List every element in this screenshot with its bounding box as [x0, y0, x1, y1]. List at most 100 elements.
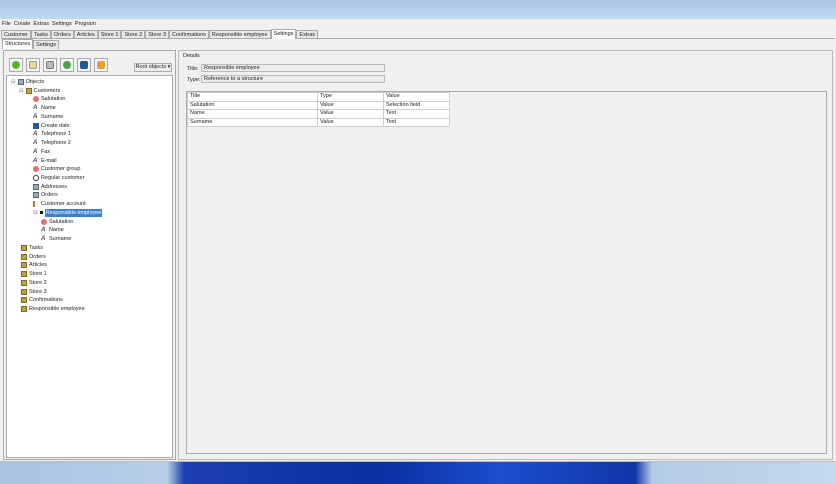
- tree-node[interactable]: Orders: [33, 191, 58, 199]
- tree-node[interactable]: A Fax: [33, 148, 50, 156]
- folder-icon: [21, 297, 27, 304]
- tab-articles[interactable]: Articles: [73, 30, 98, 38]
- tab-tasks[interactable]: Tasks: [30, 30, 51, 38]
- tree-node[interactable]: A Name: [33, 104, 56, 112]
- tab-store-3[interactable]: Store 3: [145, 30, 169, 38]
- expander-icon[interactable]: ⊟: [33, 209, 38, 217]
- menu-file[interactable]: File: [2, 20, 11, 28]
- tree-node[interactable]: Store 1: [19, 270, 47, 278]
- text-field-icon: A: [41, 227, 46, 234]
- sub-tabs: Structures Settings: [2, 39, 59, 49]
- tree-node[interactable]: Addresses: [33, 183, 67, 191]
- tree-node-label: Store 2: [29, 279, 47, 286]
- tree-node[interactable]: A Telephone 2: [33, 139, 71, 147]
- lock-button[interactable]: [94, 58, 108, 72]
- table-cell: Name: [187, 109, 318, 119]
- column-header[interactable]: Title: [187, 92, 318, 102]
- tree-node[interactable]: ⊟ Objects: [11, 78, 44, 86]
- tree-node[interactable]: Orders: [19, 253, 46, 261]
- tree-node-label: Orders: [41, 192, 58, 199]
- tab-responsible-employee[interactable]: Responsible employee: [208, 30, 271, 38]
- tree-node[interactable]: A E-mail: [33, 157, 57, 165]
- delete-button[interactable]: [43, 58, 57, 72]
- menu-bar: File Create Extras Settings Program: [2, 20, 96, 28]
- tab-extras[interactable]: Extras: [296, 30, 319, 38]
- subtab-settings[interactable]: Settings: [33, 40, 59, 49]
- tree-node[interactable]: Customer account: [33, 200, 86, 208]
- tree-node[interactable]: Responsible employee: [19, 305, 85, 313]
- tab-store-2[interactable]: Store 2: [121, 30, 146, 38]
- root-objects-dropdown[interactable]: Root objects ▾: [134, 63, 172, 72]
- column-header[interactable]: Type: [317, 92, 384, 102]
- tree-node[interactable]: A Surname: [33, 113, 63, 121]
- tree-node[interactable]: ⊟ Customers: [19, 87, 60, 95]
- tree-node[interactable]: ⊟ Responsible employee: [33, 208, 103, 217]
- edit-icon: [29, 61, 37, 69]
- menu-program[interactable]: Program: [75, 20, 96, 28]
- tree-node[interactable]: Create date: [33, 122, 70, 130]
- expander-icon[interactable]: ⊟: [11, 78, 16, 86]
- menu-settings[interactable]: Settings: [52, 20, 72, 28]
- tree-node-label: Store 3: [29, 288, 47, 295]
- type-field[interactable]: Reference to a structure: [201, 75, 385, 83]
- text-field-icon: A: [33, 157, 38, 164]
- tree-node-label: Regular customer: [41, 175, 85, 182]
- refresh-button[interactable]: [60, 58, 74, 72]
- tab-confirmations[interactable]: Confirmations: [168, 30, 209, 38]
- tree-node[interactable]: Regular customer: [33, 174, 84, 182]
- tree-node-label: Confirmations: [29, 297, 63, 304]
- tree-node[interactable]: Customer group: [33, 165, 80, 173]
- tree-node[interactable]: Salutation: [41, 218, 73, 226]
- tree-node[interactable]: Store 3: [19, 288, 47, 296]
- tree-node[interactable]: Articles: [19, 261, 47, 269]
- tree-node[interactable]: A Surname: [41, 235, 71, 243]
- menu-extras[interactable]: Extras: [33, 20, 49, 28]
- table-cell: Value: [317, 100, 384, 110]
- folder-icon: [21, 244, 27, 251]
- structure-tree: ⊟ Objects ⊟ Customers Salutation A Name A Surnam…: [6, 75, 173, 458]
- folder-icon: [21, 253, 27, 260]
- tree-node[interactable]: Store 2: [19, 279, 47, 287]
- sort-icon: [80, 61, 88, 69]
- tree-node-label: E-mail: [41, 157, 57, 164]
- tree-node-label: Responsible employee: [29, 305, 85, 312]
- trash-icon: [46, 61, 54, 69]
- edit-button[interactable]: [26, 58, 40, 72]
- tree-node[interactable]: A Telephone 1: [33, 130, 71, 138]
- tab-orders[interactable]: Orders: [50, 30, 74, 38]
- tab-customer[interactable]: Customer: [1, 30, 31, 38]
- fields-table: Title Type Value Salutation Value Selection f…: [187, 92, 450, 127]
- tree-node-label: Orders: [29, 253, 46, 260]
- title-field[interactable]: Responsible employee: [201, 64, 385, 72]
- menu-create[interactable]: Create: [14, 20, 31, 28]
- column-header[interactable]: Value: [383, 92, 450, 102]
- tree-node-label: Customer account: [41, 201, 86, 208]
- expander-icon[interactable]: ⊟: [19, 87, 24, 95]
- tab-store-1[interactable]: Store 1: [97, 30, 122, 38]
- text-field-icon: A: [33, 113, 38, 120]
- table-row[interactable]: Surname Value Text: [187, 117, 450, 127]
- tree-node-label: Objects: [25, 79, 45, 85]
- selection-icon: [41, 218, 47, 225]
- subtab-structures[interactable]: Structures: [2, 39, 34, 49]
- sort-button[interactable]: [77, 58, 91, 72]
- table-cell: Value: [317, 109, 384, 119]
- table-cell: Surname: [187, 117, 318, 127]
- table-cell: Value: [317, 117, 384, 127]
- table-row[interactable]: Salutation Value Selection field: [187, 100, 450, 110]
- structures-panel: Root objects ▾ ⊟ Objects ⊟ Customers Salutat…: [3, 50, 176, 460]
- folder-icon: [21, 305, 27, 312]
- objects-icon: [17, 79, 24, 85]
- text-field-icon: A: [33, 131, 38, 138]
- tree-node[interactable]: Tasks: [19, 244, 43, 252]
- add-button[interactable]: [9, 58, 23, 72]
- table-icon: [33, 192, 39, 199]
- tree-node[interactable]: Salutation: [33, 95, 65, 103]
- add-icon: [12, 61, 20, 69]
- tree-node[interactable]: A Name: [41, 226, 64, 234]
- selection-icon: [33, 166, 39, 173]
- tree-node[interactable]: Confirmations: [19, 296, 63, 304]
- tree-node-label: Customers: [33, 87, 61, 94]
- tab-settings[interactable]: Settings: [270, 29, 297, 39]
- table-row[interactable]: Name Value Text: [187, 109, 450, 119]
